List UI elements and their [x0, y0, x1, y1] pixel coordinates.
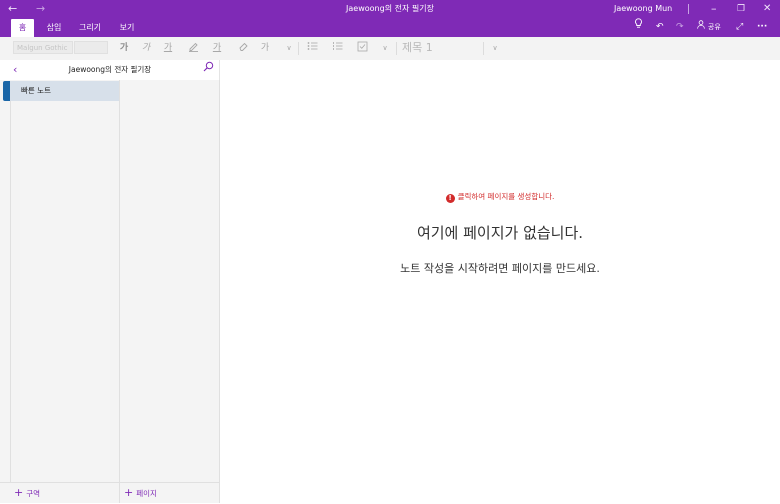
- checkbox-icon[interactable]: [355, 41, 369, 55]
- lightbulb-icon[interactable]: [634, 18, 643, 37]
- chevron-down-icon[interactable]: ∨: [282, 41, 296, 55]
- title-separator: [688, 4, 689, 14]
- note-canvas[interactable]: ! 클릭하여 페이지를 생성합니다. 여기에 페이지가 없습니다. 노트 작성을 …: [220, 60, 780, 503]
- bullet-list-icon[interactable]: [305, 41, 319, 55]
- section-footer: + 구역: [0, 482, 120, 503]
- font-color-button[interactable]: 가: [210, 41, 224, 55]
- more-icon[interactable]: ···: [757, 18, 767, 37]
- arrow-left-icon[interactable]: ←: [8, 0, 17, 18]
- underline-button[interactable]: 가: [161, 41, 175, 55]
- style-box[interactable]: 제목 1: [402, 40, 482, 56]
- add-page-button[interactable]: + 페이지: [124, 483, 157, 503]
- section-item-quick-notes[interactable]: 빠른 노트: [10, 81, 119, 101]
- page-pane: [120, 80, 220, 503]
- share-button[interactable]: 공유: [697, 18, 721, 37]
- restore-icon[interactable]: ❐: [737, 0, 745, 18]
- create-page-hint[interactable]: ! 클릭하여 페이지를 생성합니다.: [220, 191, 780, 203]
- font-size-box[interactable]: [74, 41, 108, 54]
- notebook-header: ‹ Jaewoong의 전자 필기장: [0, 60, 220, 80]
- tab-home[interactable]: 홈: [11, 19, 34, 37]
- plus-icon: +: [124, 486, 134, 499]
- share-label: 공유: [707, 23, 721, 31]
- section-pane: 빠른 노트: [0, 80, 120, 503]
- font-name-box[interactable]: Malgun Gothic: [13, 41, 73, 54]
- spelling-button[interactable]: 가: [258, 41, 272, 55]
- person-icon: [697, 20, 708, 32]
- highlighter-icon[interactable]: [186, 41, 200, 55]
- tab-view[interactable]: 보기: [113, 19, 141, 37]
- chevron-down-icon[interactable]: ∨: [378, 41, 392, 55]
- page-footer: + 페이지: [120, 482, 220, 503]
- empty-state-subtitle: 노트 작성을 시작하려면 페이지를 만드세요.: [400, 262, 600, 275]
- ribbon-tabs: 홈 삽입 그리기 보기 ↶ ↷ 공유 ⤢ ···: [0, 18, 780, 37]
- eraser-icon[interactable]: [236, 41, 250, 55]
- numbered-list-icon[interactable]: [330, 41, 344, 55]
- italic-button[interactable]: 가: [139, 41, 153, 55]
- arrow-right-icon[interactable]: →: [36, 0, 45, 18]
- ribbon-separator: [483, 42, 484, 55]
- tab-insert[interactable]: 삽입: [40, 19, 68, 37]
- section-color-tab: [3, 81, 10, 101]
- add-section-button[interactable]: + 구역: [14, 483, 40, 503]
- chevron-down-icon[interactable]: ∨: [488, 41, 502, 55]
- empty-state-title: 여기에 페이지가 없습니다.: [416, 224, 584, 242]
- notebook-name[interactable]: Jaewoong의 전자 필기장: [0, 60, 220, 80]
- add-section-label: 구역: [26, 489, 41, 498]
- undo-icon[interactable]: ↶: [656, 18, 664, 37]
- title-bar: ← → Jaewoong의 전자 필기장 Jaewoong Mun – ❐ ✕: [0, 0, 780, 18]
- minimize-icon[interactable]: –: [711, 0, 717, 18]
- ribbon-separator: [396, 42, 397, 55]
- redo-icon[interactable]: ↷: [676, 18, 684, 37]
- expand-icon[interactable]: ⤢: [736, 18, 743, 37]
- search-icon[interactable]: [203, 60, 214, 80]
- close-icon[interactable]: ✕: [763, 0, 771, 18]
- ribbon-separator: [298, 42, 299, 55]
- plus-icon: +: [14, 486, 24, 499]
- ribbon-toolbar: Malgun Gothic 가 가 가 가 가 ∨ ∨ 제목 1 ∨: [0, 37, 780, 61]
- section-divider: [10, 101, 11, 502]
- tab-draw[interactable]: 그리기: [74, 19, 106, 37]
- create-page-hint-text: 클릭하여 페이지를 생성합니다.: [457, 192, 555, 201]
- add-page-label: 페이지: [136, 489, 157, 498]
- user-name[interactable]: Jaewoong Mun: [614, 0, 672, 18]
- bold-button[interactable]: 가: [117, 41, 131, 55]
- alert-icon: !: [445, 194, 455, 203]
